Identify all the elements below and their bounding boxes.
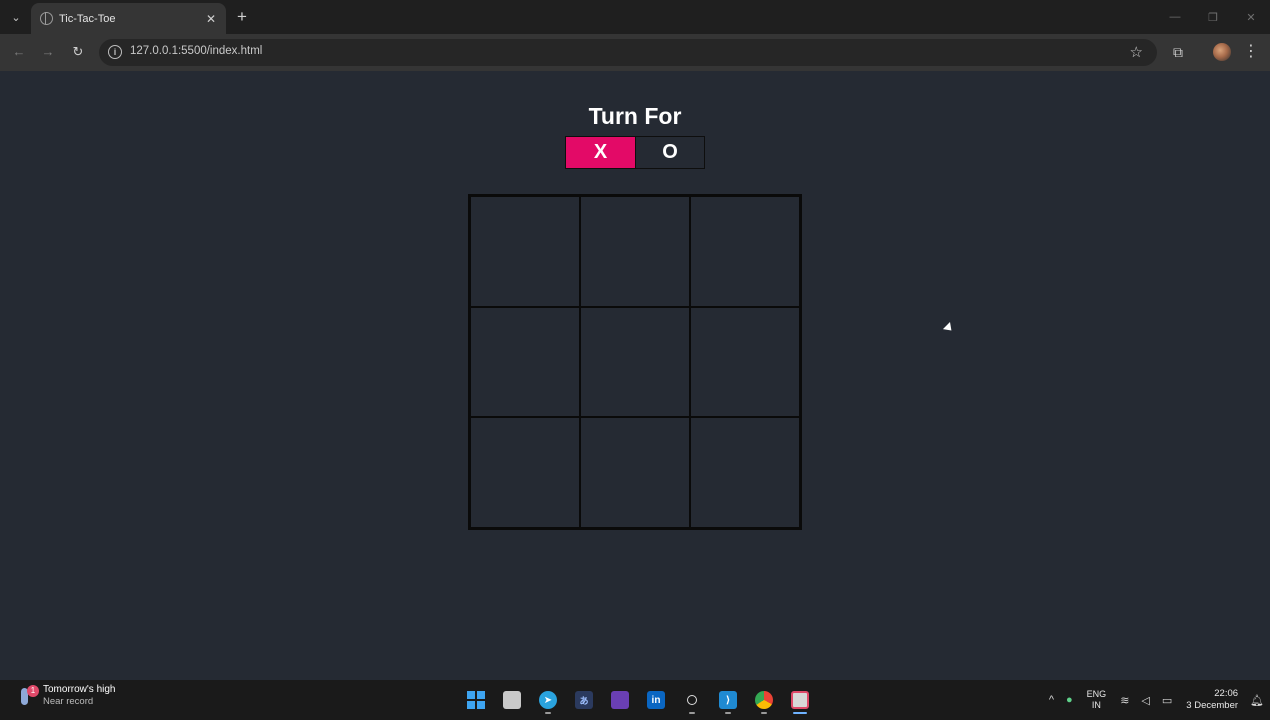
turn-x-indicator: X: [566, 137, 635, 168]
board-cell-2[interactable]: [580, 196, 690, 307]
tab-strip: ⌄ Tic-Tac-Toe ✕ + — ❐ ✕: [0, 0, 1270, 34]
microphone-icon[interactable]: ●: [1066, 694, 1073, 706]
weather-badge: 1: [27, 685, 39, 697]
chevron-down-icon[interactable]: ⌄: [6, 7, 26, 27]
game-board: [468, 194, 802, 530]
reload-button[interactable]: ↻: [68, 42, 88, 62]
back-button[interactable]: ←: [9, 42, 29, 62]
clock[interactable]: 22:06 3 December: [1186, 688, 1238, 712]
board-cell-3[interactable]: [690, 196, 800, 307]
turn-o-indicator: O: [635, 137, 704, 168]
mouse-cursor-icon: [942, 322, 955, 335]
address-bar[interactable]: i 127.0.0.1:5500/index.html ☆: [99, 39, 1157, 66]
notification-bell-icon[interactable]: 🔔︎: [1250, 694, 1264, 707]
close-icon[interactable]: ✕: [204, 12, 218, 26]
thermometer-icon: 1: [16, 685, 39, 707]
board-cell-7[interactable]: [470, 417, 580, 528]
page-viewport: Turn For X O: [0, 71, 1270, 680]
battery-icon[interactable]: ▭: [1162, 694, 1172, 707]
language-indicator[interactable]: ENG IN: [1087, 689, 1107, 711]
browser-toolbar: ← → ↻ i 127.0.0.1:5500/index.html ☆ ⧉ ⋮: [0, 34, 1270, 71]
board-cell-9[interactable]: [690, 417, 800, 528]
board-cell-1[interactable]: [470, 196, 580, 307]
board-cell-5[interactable]: [580, 306, 690, 418]
star-icon[interactable]: ☆: [1130, 43, 1143, 61]
board-cell-8[interactable]: [580, 417, 690, 528]
browser-tab[interactable]: Tic-Tac-Toe ✕: [31, 3, 226, 34]
new-tab-button[interactable]: +: [233, 7, 251, 27]
chrome-icon[interactable]: [746, 686, 782, 714]
weather-widget[interactable]: 1 Tomorrow's high Near record: [16, 684, 116, 708]
board-cell-6[interactable]: [690, 306, 800, 418]
taskbar-apps: ➤ あ in ⟩: [458, 686, 818, 714]
window-controls: — ❐ ✕: [1156, 0, 1270, 34]
telegram-icon[interactable]: ➤: [530, 686, 566, 714]
minimize-button[interactable]: —: [1156, 0, 1194, 34]
tab-title: Tic-Tac-Toe: [59, 12, 116, 25]
file-explorer-icon[interactable]: [494, 686, 530, 714]
notepad-icon[interactable]: あ: [566, 686, 602, 714]
forward-button[interactable]: →: [38, 42, 58, 62]
taskbar: 1 Tomorrow's high Near record ➤ あ in ⟩ ^…: [0, 680, 1270, 720]
snipping-tool-icon[interactable]: [782, 686, 818, 714]
volume-icon[interactable]: ◁: [1141, 694, 1149, 707]
kebab-menu-icon[interactable]: ⋮: [1243, 42, 1259, 62]
turn-indicator: X O: [565, 136, 705, 169]
profile-avatar[interactable]: [1213, 43, 1231, 61]
wifi-icon[interactable]: ≋: [1120, 694, 1129, 707]
media-app-icon[interactable]: [602, 686, 638, 714]
info-icon[interactable]: i: [108, 45, 122, 59]
vs-code-icon[interactable]: ⟩: [710, 686, 746, 714]
board-cell-4[interactable]: [470, 306, 580, 418]
restore-button[interactable]: ❐: [1194, 0, 1232, 34]
globe-icon: [40, 12, 53, 25]
weather-title: Tomorrow's high: [43, 684, 116, 695]
chevron-up-icon[interactable]: ^: [1049, 694, 1054, 706]
url-text[interactable]: 127.0.0.1:5500/index.html: [130, 45, 262, 57]
linkedin-icon[interactable]: in: [638, 686, 674, 714]
windows-start-icon[interactable]: [458, 686, 494, 714]
system-tray: ^ ● ENG IN ≋ ◁ ▭ 22:06 3 December 🔔︎: [1043, 680, 1270, 720]
obs-icon[interactable]: [674, 686, 710, 714]
weather-subtitle: Near record: [43, 696, 94, 707]
page-title: Turn For: [588, 103, 682, 129]
close-window-button[interactable]: ✕: [1232, 0, 1270, 34]
puzzle-icon[interactable]: ⧉: [1168, 42, 1188, 62]
